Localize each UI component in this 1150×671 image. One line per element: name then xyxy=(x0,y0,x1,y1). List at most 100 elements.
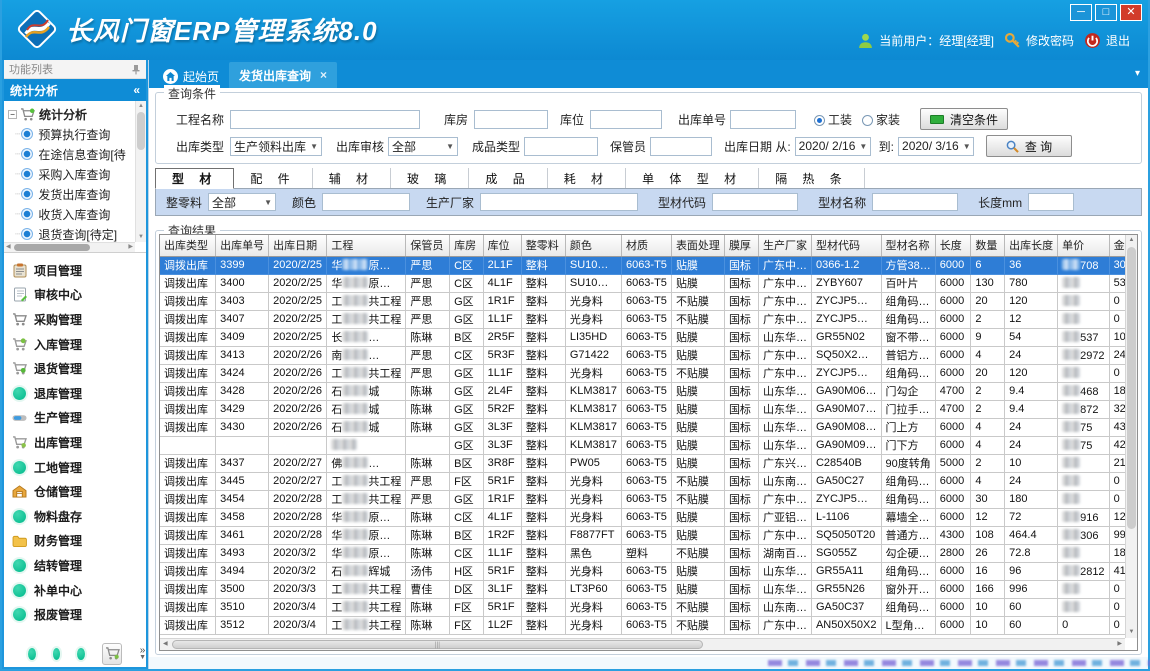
tree-item-在途信息查询[待[interactable]: ┄在途信息查询[待 xyxy=(8,144,132,164)
tree-item-预算执行查询[interactable]: ┄预算执行查询 xyxy=(8,124,132,144)
material-tab-3[interactable]: 玻 璃 xyxy=(391,168,469,188)
tree-item-收货入库查询[interactable]: ┄收货入库查询 xyxy=(8,204,132,224)
table-row[interactable]: 调拨出库34292020/2/26石城陈琳G区5R2F整料KLM38176063… xyxy=(160,400,1137,418)
material-tab-6[interactable]: 单 体 型 材 xyxy=(626,168,759,188)
material-tab-4[interactable]: 成 品 xyxy=(469,168,547,188)
material-tab-7[interactable]: 隔 热 条 xyxy=(759,168,865,188)
column-header[interactable]: 出库单号 xyxy=(216,235,269,256)
table-row[interactable]: 调拨出库35002020/3/3工共工程曹佳D区3L1F整料LT3P606063… xyxy=(160,580,1137,598)
zl-select[interactable]: 全部▼ xyxy=(208,193,276,211)
table-row[interactable]: 调拨出库34932020/3/2华原…陈琳C区1L1F整料黑色塑料不贴膜国标湖南… xyxy=(160,544,1137,562)
tree-horizontal-scrollbar[interactable]: ◀ ▶ xyxy=(4,242,135,252)
tree-vertical-scrollbar[interactable]: ▲ ▼ xyxy=(135,101,146,242)
table-row[interactable]: 调拨出库34452020/2/27工共工程严思F区5R1F整料光身料6063-T… xyxy=(160,472,1137,490)
warehouse-input[interactable] xyxy=(474,110,548,129)
sidebar-item-入库管理[interactable]: 入库管理 xyxy=(12,332,144,357)
code-input[interactable] xyxy=(712,193,798,211)
tree-item-退货查询[待定][interactable]: ┄退货查询[待定] xyxy=(8,224,132,244)
tab-shipment-query[interactable]: 发货出库查询 × xyxy=(229,62,337,88)
tree-item-发货出库查询[interactable]: ┄发货出库查询 xyxy=(8,184,132,204)
column-header[interactable]: 库位 xyxy=(483,235,521,256)
column-header[interactable]: 数量 xyxy=(971,235,1005,256)
length-input[interactable] xyxy=(1028,193,1074,211)
sidebar-item-采购管理[interactable]: 采购管理 xyxy=(12,307,144,332)
collapse-icon[interactable]: « xyxy=(133,83,140,97)
sidebar-item-结转管理[interactable]: 结转管理 xyxy=(12,553,144,578)
grid-vertical-scrollbar[interactable]: ▲▼ xyxy=(1125,235,1137,638)
tree-root[interactable]: − 统计分析 xyxy=(8,104,132,124)
teal-dot-icon[interactable] xyxy=(53,648,61,660)
sidebar-item-物料盘存[interactable]: 物料盘存 xyxy=(12,504,144,529)
column-header[interactable]: 长度 xyxy=(935,235,971,256)
column-header[interactable]: 整零料 xyxy=(521,235,565,256)
grid-horizontal-scrollbar[interactable]: ◀▶ xyxy=(160,638,1125,650)
table-row[interactable]: 调拨出库34542020/2/28工共工程严思G区1R1F整料光身料6063-T… xyxy=(160,490,1137,508)
table-row[interactable]: 调拨出库34582020/2/28华原…陈琳C区4L1F整料光身料6063-T5… xyxy=(160,508,1137,526)
column-header[interactable]: 库房 xyxy=(450,235,484,256)
sidebar-item-生产管理[interactable]: 生产管理 xyxy=(12,406,144,431)
material-tab-2[interactable]: 辅 材 xyxy=(313,168,391,188)
close-button[interactable]: ✕ xyxy=(1120,4,1142,21)
sidebar-item-退库管理[interactable]: 退库管理 xyxy=(12,381,144,406)
audit-select[interactable]: 全部▼ xyxy=(388,137,458,156)
sidebar-item-审核中心[interactable]: 审核中心 xyxy=(12,283,144,308)
column-header[interactable]: 型材名称 xyxy=(881,235,935,256)
column-header[interactable]: 膜厚 xyxy=(724,235,758,256)
change-password-link[interactable]: 修改密码 xyxy=(1004,32,1074,49)
sidebar-item-工地管理[interactable]: 工地管理 xyxy=(12,455,144,480)
clear-conditions-button[interactable]: 清空条件 xyxy=(920,108,1008,130)
tab-list-caret-icon[interactable]: ▾ xyxy=(1135,68,1140,79)
column-header[interactable]: 出库长度 xyxy=(1005,235,1058,256)
sidebar-item-出库管理[interactable]: 出库管理 xyxy=(12,430,144,455)
table-row[interactable]: 调拨出库34372020/2/27佛…陈琳B区3R8F整料PW056063-T5… xyxy=(160,454,1137,472)
column-header[interactable]: 型材代码 xyxy=(811,235,881,256)
name-input[interactable] xyxy=(872,193,958,211)
table-row[interactable]: 调拨出库34942020/3/2石辉城汤伟H区5R1F整料光身料6063-T5贴… xyxy=(160,562,1137,580)
minimize-button[interactable]: ─ xyxy=(1070,4,1092,21)
pin-icon[interactable] xyxy=(131,64,141,75)
sidebar-overflow-button[interactable]: » ▼ xyxy=(139,647,146,661)
column-header[interactable]: 保管员 xyxy=(406,235,450,256)
table-row[interactable]: 调拨出库35122020/3/4工共工程陈琳F区1L2F整料光身料6063-T5… xyxy=(160,616,1137,634)
maker-input[interactable] xyxy=(480,193,638,211)
tree-item-采购入库查询[interactable]: ┄采购入库查询 xyxy=(8,164,132,184)
out-type-select[interactable]: 生产领料出库▼ xyxy=(230,137,322,156)
radio-gongzhuang[interactable]: 工装 xyxy=(814,111,852,128)
table-row[interactable]: 调拨出库34282020/2/26石城陈琳G区2L4F整料KLM38176063… xyxy=(160,382,1137,400)
keeper-input[interactable] xyxy=(650,137,712,156)
teal-dot-icon[interactable] xyxy=(28,648,36,660)
project-name-input[interactable] xyxy=(230,110,420,129)
order-no-input[interactable] xyxy=(730,110,796,129)
location-input[interactable] xyxy=(590,110,662,129)
table-row[interactable]: 调拨出库33992020/2/25华原…严思C区2L1F整料SU10…6063-… xyxy=(160,256,1137,274)
product-type-input[interactable] xyxy=(524,137,598,156)
table-row[interactable]: 调拨出库34072020/2/25工共工程严思G区1L1F整料光身料6063-T… xyxy=(160,310,1137,328)
column-header[interactable]: 生产厂家 xyxy=(758,235,811,256)
tab-close-icon[interactable]: × xyxy=(320,68,327,82)
table-row[interactable]: 调拨出库34302020/2/26石城陈琳G区3L3F整料KLM38176063… xyxy=(160,418,1137,436)
table-row[interactable]: 调拨出库34002020/2/25华原…严思C区4L1F整料SU10…6063-… xyxy=(160,274,1137,292)
column-header[interactable]: 工程 xyxy=(327,235,406,256)
radio-jiazhuang[interactable]: 家装 xyxy=(862,111,900,128)
table-row[interactable]: G区3L3F整料KLM38176063-T5贴膜国标山东华…GA90M09…门下… xyxy=(160,436,1137,454)
date-to-select[interactable]: 2020/ 3/16▼ xyxy=(898,137,974,156)
section-header-stats[interactable]: 统计分析 « xyxy=(4,79,146,101)
maximize-button[interactable]: □ xyxy=(1095,4,1117,21)
column-header[interactable]: 材质 xyxy=(621,235,671,256)
cart-shortcut-button[interactable] xyxy=(102,643,122,665)
column-header[interactable]: 表面处理 xyxy=(671,235,724,256)
date-from-select[interactable]: 2020/ 2/16▼ xyxy=(795,137,871,156)
sidebar-item-报废管理[interactable]: 报废管理 xyxy=(12,602,144,627)
table-row[interactable]: 调拨出库34612020/2/28华原…陈琳B区1R2F整料F8877FT606… xyxy=(160,526,1137,544)
table-row[interactable]: 调拨出库34092020/2/25长…陈琳B区2R5F整料LI35HD6063-… xyxy=(160,328,1137,346)
column-header[interactable]: 颜色 xyxy=(565,235,621,256)
sidebar-item-补单中心[interactable]: 补单中心 xyxy=(12,578,144,603)
sidebar-item-财务管理[interactable]: 财务管理 xyxy=(12,529,144,554)
tree-expander-icon[interactable]: − xyxy=(8,110,17,119)
sidebar-item-项目管理[interactable]: 项目管理 xyxy=(12,258,144,283)
color-input[interactable] xyxy=(322,193,410,211)
table-row[interactable]: 调拨出库35102020/3/4工共工程陈琳F区5R1F整料光身料6063-T5… xyxy=(160,598,1137,616)
material-tab-5[interactable]: 耗 材 xyxy=(548,168,626,188)
material-tab-0[interactable]: 型 材 xyxy=(155,168,234,189)
table-row[interactable]: 调拨出库34032020/2/25工共工程严思G区1R1F整料光身料6063-T… xyxy=(160,292,1137,310)
